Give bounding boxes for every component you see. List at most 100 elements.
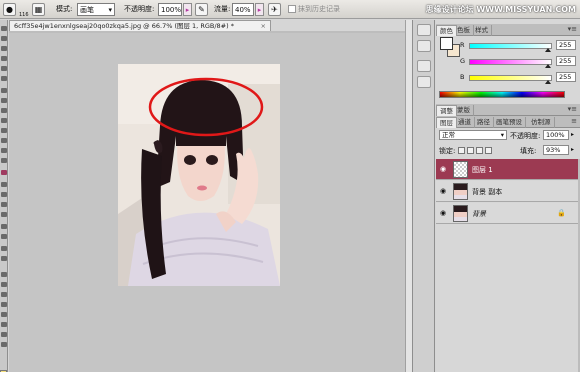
site-watermark: 思缘设计论坛 WWW.MISSYUAN.COM	[425, 5, 576, 14]
document-tab[interactable]: 6cff35e4jw1enxnlgseaj20qo0zkqa5.jpg @ 66…	[9, 20, 271, 31]
pressure-opacity-toggle[interactable]: ✎	[195, 3, 208, 16]
quick-select-tool-icon[interactable]	[1, 56, 7, 61]
gradient-tool-icon[interactable]	[1, 138, 7, 143]
erase-to-history-checkbox[interactable]	[288, 5, 296, 13]
slice-tool-icon[interactable]	[1, 312, 7, 317]
slider-knob-r[interactable]	[545, 48, 551, 52]
channel-label-g: G	[460, 57, 466, 65]
tab-brush-presets[interactable]: 画笔预设	[493, 117, 526, 128]
active-tool-icon[interactable]	[1, 170, 7, 175]
count-tool-icon[interactable]	[1, 302, 7, 307]
tab-paths[interactable]: 路径	[474, 117, 494, 128]
lasso-tool-icon[interactable]	[1, 46, 7, 51]
slice-select-tool-icon[interactable]	[1, 322, 7, 327]
lock-position-icon[interactable]	[476, 146, 483, 154]
type-tool-icon[interactable]	[1, 192, 7, 197]
shape-tool-icon[interactable]	[1, 212, 7, 217]
dodge-tool-icon[interactable]	[1, 158, 7, 163]
mode-label: 模式:	[56, 5, 73, 13]
blur-tool-icon[interactable]	[1, 148, 7, 153]
brush-tool-icon[interactable]	[1, 98, 7, 103]
quick-mask-icon[interactable]	[1, 332, 7, 337]
blend-mode-select[interactable]: 正常 ▾	[439, 130, 507, 140]
channel-value-g[interactable]: 255	[556, 56, 576, 66]
layer-row[interactable]: ◉ 背景 副本	[436, 181, 580, 202]
path-select-tool-icon[interactable]	[1, 202, 7, 207]
eraser-tool-icon[interactable]	[1, 128, 7, 133]
canvas-scrollbar[interactable]	[405, 20, 412, 372]
fill-slider-icon[interactable]: ▸	[571, 146, 574, 153]
crop-tool-icon[interactable]	[1, 66, 7, 71]
opacity-slider-icon[interactable]: ▸	[571, 131, 574, 138]
dock-info-icon[interactable]	[417, 60, 431, 72]
opacity-input[interactable]: 100%	[158, 3, 182, 16]
panel-menu-icon[interactable]: ▾≡	[568, 105, 577, 113]
3d-rotate-tool-icon[interactable]	[1, 224, 7, 229]
close-icon[interactable]: ×	[261, 21, 266, 31]
zoom-tool-icon[interactable]	[1, 256, 7, 261]
mode-select[interactable]: 画笔 ▾	[77, 3, 115, 16]
color-panel-tabs: 颜色 色板 样式 ▾≡	[436, 24, 580, 36]
move-tool-icon[interactable]	[1, 26, 7, 31]
layer-row[interactable]: ◉ 图层 1	[436, 159, 580, 180]
eyedropper-tool-icon[interactable]	[1, 76, 7, 81]
panel-menu-icon[interactable]: ▾≡	[568, 25, 577, 33]
eye-icon[interactable]: ◉	[440, 209, 446, 217]
tab-clone-source[interactable]: 仿制源	[528, 117, 555, 128]
panel-menu-icon[interactable]: ≡	[571, 117, 577, 125]
airbrush-toggle[interactable]: ✈	[268, 3, 281, 16]
layer-thumbnail	[453, 205, 468, 222]
healing-tool-icon[interactable]	[1, 88, 7, 93]
pen-tool-icon[interactable]	[1, 182, 7, 187]
note-tool-icon[interactable]	[1, 292, 7, 297]
slider-knob-g[interactable]	[545, 64, 551, 68]
flow-input[interactable]: 40%	[232, 3, 254, 16]
dock-brushes-icon[interactable]	[417, 76, 431, 88]
channel-label-r: R	[460, 41, 465, 49]
layer-name: 背景	[472, 210, 486, 218]
color-spectrum-ramp[interactable]	[439, 91, 565, 98]
layer-row[interactable]: ◉ 背景 🔒	[436, 203, 580, 224]
channel-slider-g[interactable]	[469, 59, 552, 65]
tab-swatches[interactable]: 色板	[454, 25, 474, 36]
tab-layers[interactable]: 图层	[436, 117, 457, 128]
history-brush-tool-icon[interactable]	[1, 118, 7, 123]
erase-to-history-option[interactable]: 抹到历史记录	[288, 3, 340, 16]
layer-name: 图层 1	[472, 166, 493, 174]
tab-channels[interactable]: 通道	[455, 117, 475, 128]
brush-preset-picker[interactable]: ●	[3, 3, 16, 16]
channel-slider-r[interactable]	[469, 43, 552, 49]
rotate-view-tool-icon[interactable]	[1, 272, 7, 277]
eye-icon[interactable]: ◉	[440, 165, 446, 173]
brush-panel-toggle[interactable]: ▦	[32, 3, 45, 16]
layer-opacity-input[interactable]: 100%	[543, 130, 569, 140]
dock-actions-icon[interactable]	[417, 40, 431, 52]
tab-masks[interactable]: 蒙版	[454, 105, 474, 116]
channel-value-b[interactable]: 255	[556, 72, 576, 82]
color-row-g: G 255	[460, 56, 578, 68]
screen-mode-icon[interactable]	[1, 342, 7, 347]
fg-color-swatch[interactable]	[440, 37, 453, 50]
opacity-slider-button[interactable]: ▸	[183, 3, 192, 16]
lock-icon: 🔒	[557, 209, 566, 217]
eye-icon[interactable]: ◉	[440, 187, 446, 195]
lock-all-icon[interactable]	[485, 146, 492, 154]
right-panels: 颜色 色板 样式 ▾≡ R 255 G 255 B 255 调整 蒙版 ▾≡ 图…	[436, 20, 580, 372]
lock-transparency-icon[interactable]	[458, 146, 465, 154]
channel-slider-b[interactable]	[469, 75, 552, 81]
flow-slider-button[interactable]: ▸	[255, 3, 264, 16]
channel-value-r[interactable]: 255	[556, 40, 576, 50]
3d-orbit-tool-icon[interactable]	[1, 234, 7, 239]
layers-panel-tabs: 图层 通道 路径 画笔预设 仿制源 ≡	[436, 116, 580, 128]
dock-history-icon[interactable]	[417, 24, 431, 36]
ruler-tool-icon[interactable]	[1, 282, 7, 287]
stamp-tool-icon[interactable]	[1, 108, 7, 113]
fill-label: 填充:	[520, 147, 537, 155]
slider-knob-b[interactable]	[545, 80, 551, 84]
lock-pixels-icon[interactable]	[467, 146, 474, 154]
tab-styles[interactable]: 样式	[472, 25, 492, 36]
fill-input[interactable]: 93%	[543, 145, 569, 155]
hand-tool-icon[interactable]	[1, 246, 7, 251]
marquee-tool-icon[interactable]	[1, 36, 7, 41]
erase-to-history-label: 抹到历史记录	[298, 5, 340, 13]
